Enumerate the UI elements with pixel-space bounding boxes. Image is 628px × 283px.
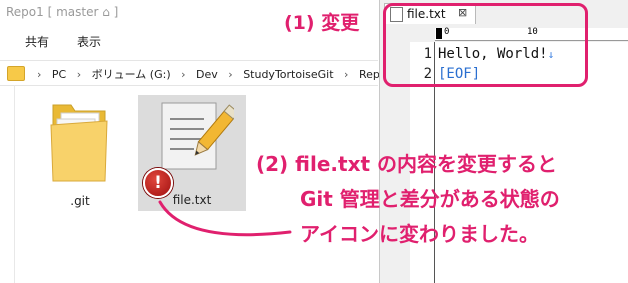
annotation-callout-2-line-1: (2) file.txt の内容を変更すると (256, 152, 557, 176)
screenshot-root: Repo1 [ master ⌂ ] 共有 表示 › PC › ボリューム (G… (0, 0, 628, 283)
annotation-callout-2-line-3: アイコンに変わりました。 (300, 222, 539, 246)
annotation-callout-2-line-2: Git 管理と差分がある状態の (300, 187, 560, 211)
